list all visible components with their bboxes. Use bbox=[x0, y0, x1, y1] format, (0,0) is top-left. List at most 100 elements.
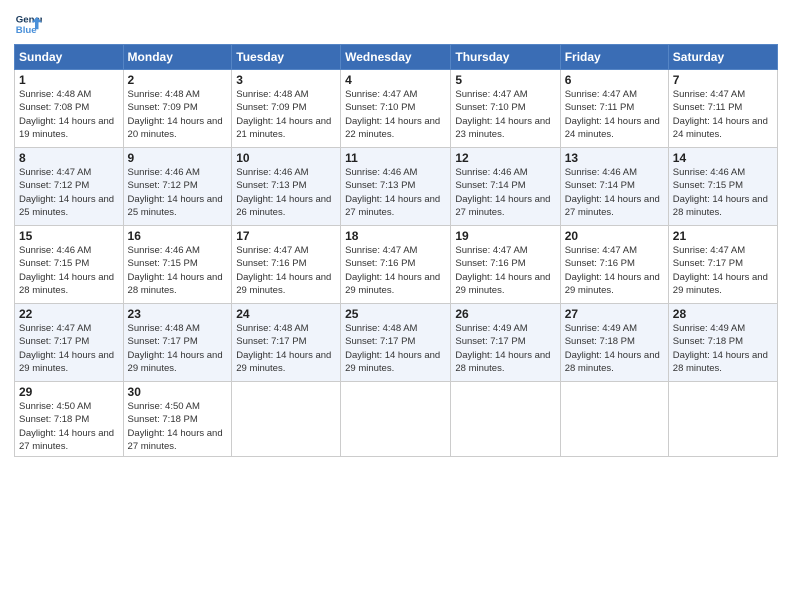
calendar-cell: 13Sunrise: 4:46 AMSunset: 7:14 PMDayligh… bbox=[560, 148, 668, 226]
day-number: 18 bbox=[345, 229, 446, 243]
calendar-cell: 16Sunrise: 4:46 AMSunset: 7:15 PMDayligh… bbox=[123, 226, 232, 304]
day-info: Sunrise: 4:48 AMSunset: 7:09 PMDaylight:… bbox=[128, 88, 228, 141]
calendar-week-row: 15Sunrise: 4:46 AMSunset: 7:15 PMDayligh… bbox=[15, 226, 778, 304]
day-info: Sunrise: 4:46 AMSunset: 7:14 PMDaylight:… bbox=[455, 166, 555, 219]
weekday-header: Friday bbox=[560, 45, 668, 70]
logo: General Blue bbox=[14, 10, 42, 38]
day-number: 16 bbox=[128, 229, 228, 243]
weekday-header: Sunday bbox=[15, 45, 124, 70]
day-info: Sunrise: 4:46 AMSunset: 7:13 PMDaylight:… bbox=[236, 166, 336, 219]
day-number: 11 bbox=[345, 151, 446, 165]
day-info: Sunrise: 4:49 AMSunset: 7:18 PMDaylight:… bbox=[565, 322, 664, 375]
day-info: Sunrise: 4:47 AMSunset: 7:17 PMDaylight:… bbox=[19, 322, 119, 375]
day-number: 12 bbox=[455, 151, 555, 165]
day-number: 28 bbox=[673, 307, 773, 321]
day-info: Sunrise: 4:47 AMSunset: 7:17 PMDaylight:… bbox=[673, 244, 773, 297]
day-info: Sunrise: 4:47 AMSunset: 7:11 PMDaylight:… bbox=[673, 88, 773, 141]
day-number: 25 bbox=[345, 307, 446, 321]
day-number: 21 bbox=[673, 229, 773, 243]
day-info: Sunrise: 4:46 AMSunset: 7:15 PMDaylight:… bbox=[673, 166, 773, 219]
calendar-cell: 1Sunrise: 4:48 AMSunset: 7:08 PMDaylight… bbox=[15, 70, 124, 148]
day-info: Sunrise: 4:47 AMSunset: 7:11 PMDaylight:… bbox=[565, 88, 664, 141]
day-number: 27 bbox=[565, 307, 664, 321]
day-number: 22 bbox=[19, 307, 119, 321]
logo-icon: General Blue bbox=[14, 10, 42, 38]
day-info: Sunrise: 4:46 AMSunset: 7:14 PMDaylight:… bbox=[565, 166, 664, 219]
day-info: Sunrise: 4:48 AMSunset: 7:09 PMDaylight:… bbox=[236, 88, 336, 141]
weekday-header: Thursday bbox=[451, 45, 560, 70]
calendar-cell: 22Sunrise: 4:47 AMSunset: 7:17 PMDayligh… bbox=[15, 304, 124, 382]
calendar-cell: 30Sunrise: 4:50 AMSunset: 7:18 PMDayligh… bbox=[123, 382, 232, 457]
day-number: 14 bbox=[673, 151, 773, 165]
day-number: 3 bbox=[236, 73, 336, 87]
calendar-cell: 11Sunrise: 4:46 AMSunset: 7:13 PMDayligh… bbox=[341, 148, 451, 226]
day-number: 9 bbox=[128, 151, 228, 165]
calendar-cell: 10Sunrise: 4:46 AMSunset: 7:13 PMDayligh… bbox=[232, 148, 341, 226]
day-number: 24 bbox=[236, 307, 336, 321]
calendar-cell bbox=[451, 382, 560, 457]
day-number: 7 bbox=[673, 73, 773, 87]
day-number: 30 bbox=[128, 385, 228, 399]
day-info: Sunrise: 4:46 AMSunset: 7:12 PMDaylight:… bbox=[128, 166, 228, 219]
day-info: Sunrise: 4:47 AMSunset: 7:16 PMDaylight:… bbox=[565, 244, 664, 297]
calendar-cell bbox=[232, 382, 341, 457]
day-number: 1 bbox=[19, 73, 119, 87]
day-number: 23 bbox=[128, 307, 228, 321]
day-info: Sunrise: 4:49 AMSunset: 7:17 PMDaylight:… bbox=[455, 322, 555, 375]
calendar-cell: 14Sunrise: 4:46 AMSunset: 7:15 PMDayligh… bbox=[668, 148, 777, 226]
day-info: Sunrise: 4:46 AMSunset: 7:15 PMDaylight:… bbox=[128, 244, 228, 297]
day-number: 5 bbox=[455, 73, 555, 87]
calendar-week-row: 29Sunrise: 4:50 AMSunset: 7:18 PMDayligh… bbox=[15, 382, 778, 457]
calendar-cell: 8Sunrise: 4:47 AMSunset: 7:12 PMDaylight… bbox=[15, 148, 124, 226]
day-number: 4 bbox=[345, 73, 446, 87]
day-number: 20 bbox=[565, 229, 664, 243]
day-info: Sunrise: 4:48 AMSunset: 7:08 PMDaylight:… bbox=[19, 88, 119, 141]
calendar-cell: 27Sunrise: 4:49 AMSunset: 7:18 PMDayligh… bbox=[560, 304, 668, 382]
calendar-cell: 3Sunrise: 4:48 AMSunset: 7:09 PMDaylight… bbox=[232, 70, 341, 148]
day-info: Sunrise: 4:47 AMSunset: 7:12 PMDaylight:… bbox=[19, 166, 119, 219]
calendar: SundayMondayTuesdayWednesdayThursdayFrid… bbox=[14, 44, 778, 457]
day-info: Sunrise: 4:47 AMSunset: 7:16 PMDaylight:… bbox=[236, 244, 336, 297]
day-number: 10 bbox=[236, 151, 336, 165]
calendar-cell: 17Sunrise: 4:47 AMSunset: 7:16 PMDayligh… bbox=[232, 226, 341, 304]
calendar-week-row: 1Sunrise: 4:48 AMSunset: 7:08 PMDaylight… bbox=[15, 70, 778, 148]
svg-text:Blue: Blue bbox=[16, 25, 37, 36]
day-info: Sunrise: 4:46 AMSunset: 7:13 PMDaylight:… bbox=[345, 166, 446, 219]
calendar-week-row: 22Sunrise: 4:47 AMSunset: 7:17 PMDayligh… bbox=[15, 304, 778, 382]
day-info: Sunrise: 4:47 AMSunset: 7:16 PMDaylight:… bbox=[455, 244, 555, 297]
weekday-header: Saturday bbox=[668, 45, 777, 70]
calendar-cell: 6Sunrise: 4:47 AMSunset: 7:11 PMDaylight… bbox=[560, 70, 668, 148]
calendar-cell: 15Sunrise: 4:46 AMSunset: 7:15 PMDayligh… bbox=[15, 226, 124, 304]
calendar-cell bbox=[341, 382, 451, 457]
weekday-header: Wednesday bbox=[341, 45, 451, 70]
calendar-cell bbox=[560, 382, 668, 457]
calendar-cell: 18Sunrise: 4:47 AMSunset: 7:16 PMDayligh… bbox=[341, 226, 451, 304]
day-info: Sunrise: 4:46 AMSunset: 7:15 PMDaylight:… bbox=[19, 244, 119, 297]
weekday-header: Monday bbox=[123, 45, 232, 70]
calendar-cell bbox=[668, 382, 777, 457]
calendar-cell: 20Sunrise: 4:47 AMSunset: 7:16 PMDayligh… bbox=[560, 226, 668, 304]
day-info: Sunrise: 4:47 AMSunset: 7:10 PMDaylight:… bbox=[345, 88, 446, 141]
day-number: 17 bbox=[236, 229, 336, 243]
calendar-cell: 28Sunrise: 4:49 AMSunset: 7:18 PMDayligh… bbox=[668, 304, 777, 382]
day-info: Sunrise: 4:48 AMSunset: 7:17 PMDaylight:… bbox=[236, 322, 336, 375]
day-info: Sunrise: 4:47 AMSunset: 7:16 PMDaylight:… bbox=[345, 244, 446, 297]
day-info: Sunrise: 4:48 AMSunset: 7:17 PMDaylight:… bbox=[128, 322, 228, 375]
calendar-cell: 12Sunrise: 4:46 AMSunset: 7:14 PMDayligh… bbox=[451, 148, 560, 226]
calendar-cell: 26Sunrise: 4:49 AMSunset: 7:17 PMDayligh… bbox=[451, 304, 560, 382]
day-number: 6 bbox=[565, 73, 664, 87]
day-info: Sunrise: 4:47 AMSunset: 7:10 PMDaylight:… bbox=[455, 88, 555, 141]
day-info: Sunrise: 4:48 AMSunset: 7:17 PMDaylight:… bbox=[345, 322, 446, 375]
header: General Blue bbox=[14, 10, 778, 38]
day-info: Sunrise: 4:49 AMSunset: 7:18 PMDaylight:… bbox=[673, 322, 773, 375]
calendar-cell: 4Sunrise: 4:47 AMSunset: 7:10 PMDaylight… bbox=[341, 70, 451, 148]
calendar-cell: 9Sunrise: 4:46 AMSunset: 7:12 PMDaylight… bbox=[123, 148, 232, 226]
day-number: 29 bbox=[19, 385, 119, 399]
calendar-cell: 7Sunrise: 4:47 AMSunset: 7:11 PMDaylight… bbox=[668, 70, 777, 148]
day-info: Sunrise: 4:50 AMSunset: 7:18 PMDaylight:… bbox=[19, 400, 119, 453]
day-number: 8 bbox=[19, 151, 119, 165]
page: General Blue SundayMondayTuesdayWednesda… bbox=[0, 0, 792, 612]
day-info: Sunrise: 4:50 AMSunset: 7:18 PMDaylight:… bbox=[128, 400, 228, 453]
calendar-cell: 5Sunrise: 4:47 AMSunset: 7:10 PMDaylight… bbox=[451, 70, 560, 148]
calendar-cell: 29Sunrise: 4:50 AMSunset: 7:18 PMDayligh… bbox=[15, 382, 124, 457]
